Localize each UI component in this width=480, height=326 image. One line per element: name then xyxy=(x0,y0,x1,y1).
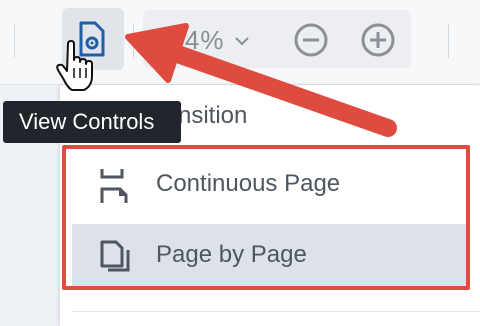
hand-cursor-icon xyxy=(56,40,93,91)
tooltip-text: View Controls xyxy=(19,109,155,134)
tooltip: View Controls xyxy=(3,101,181,143)
